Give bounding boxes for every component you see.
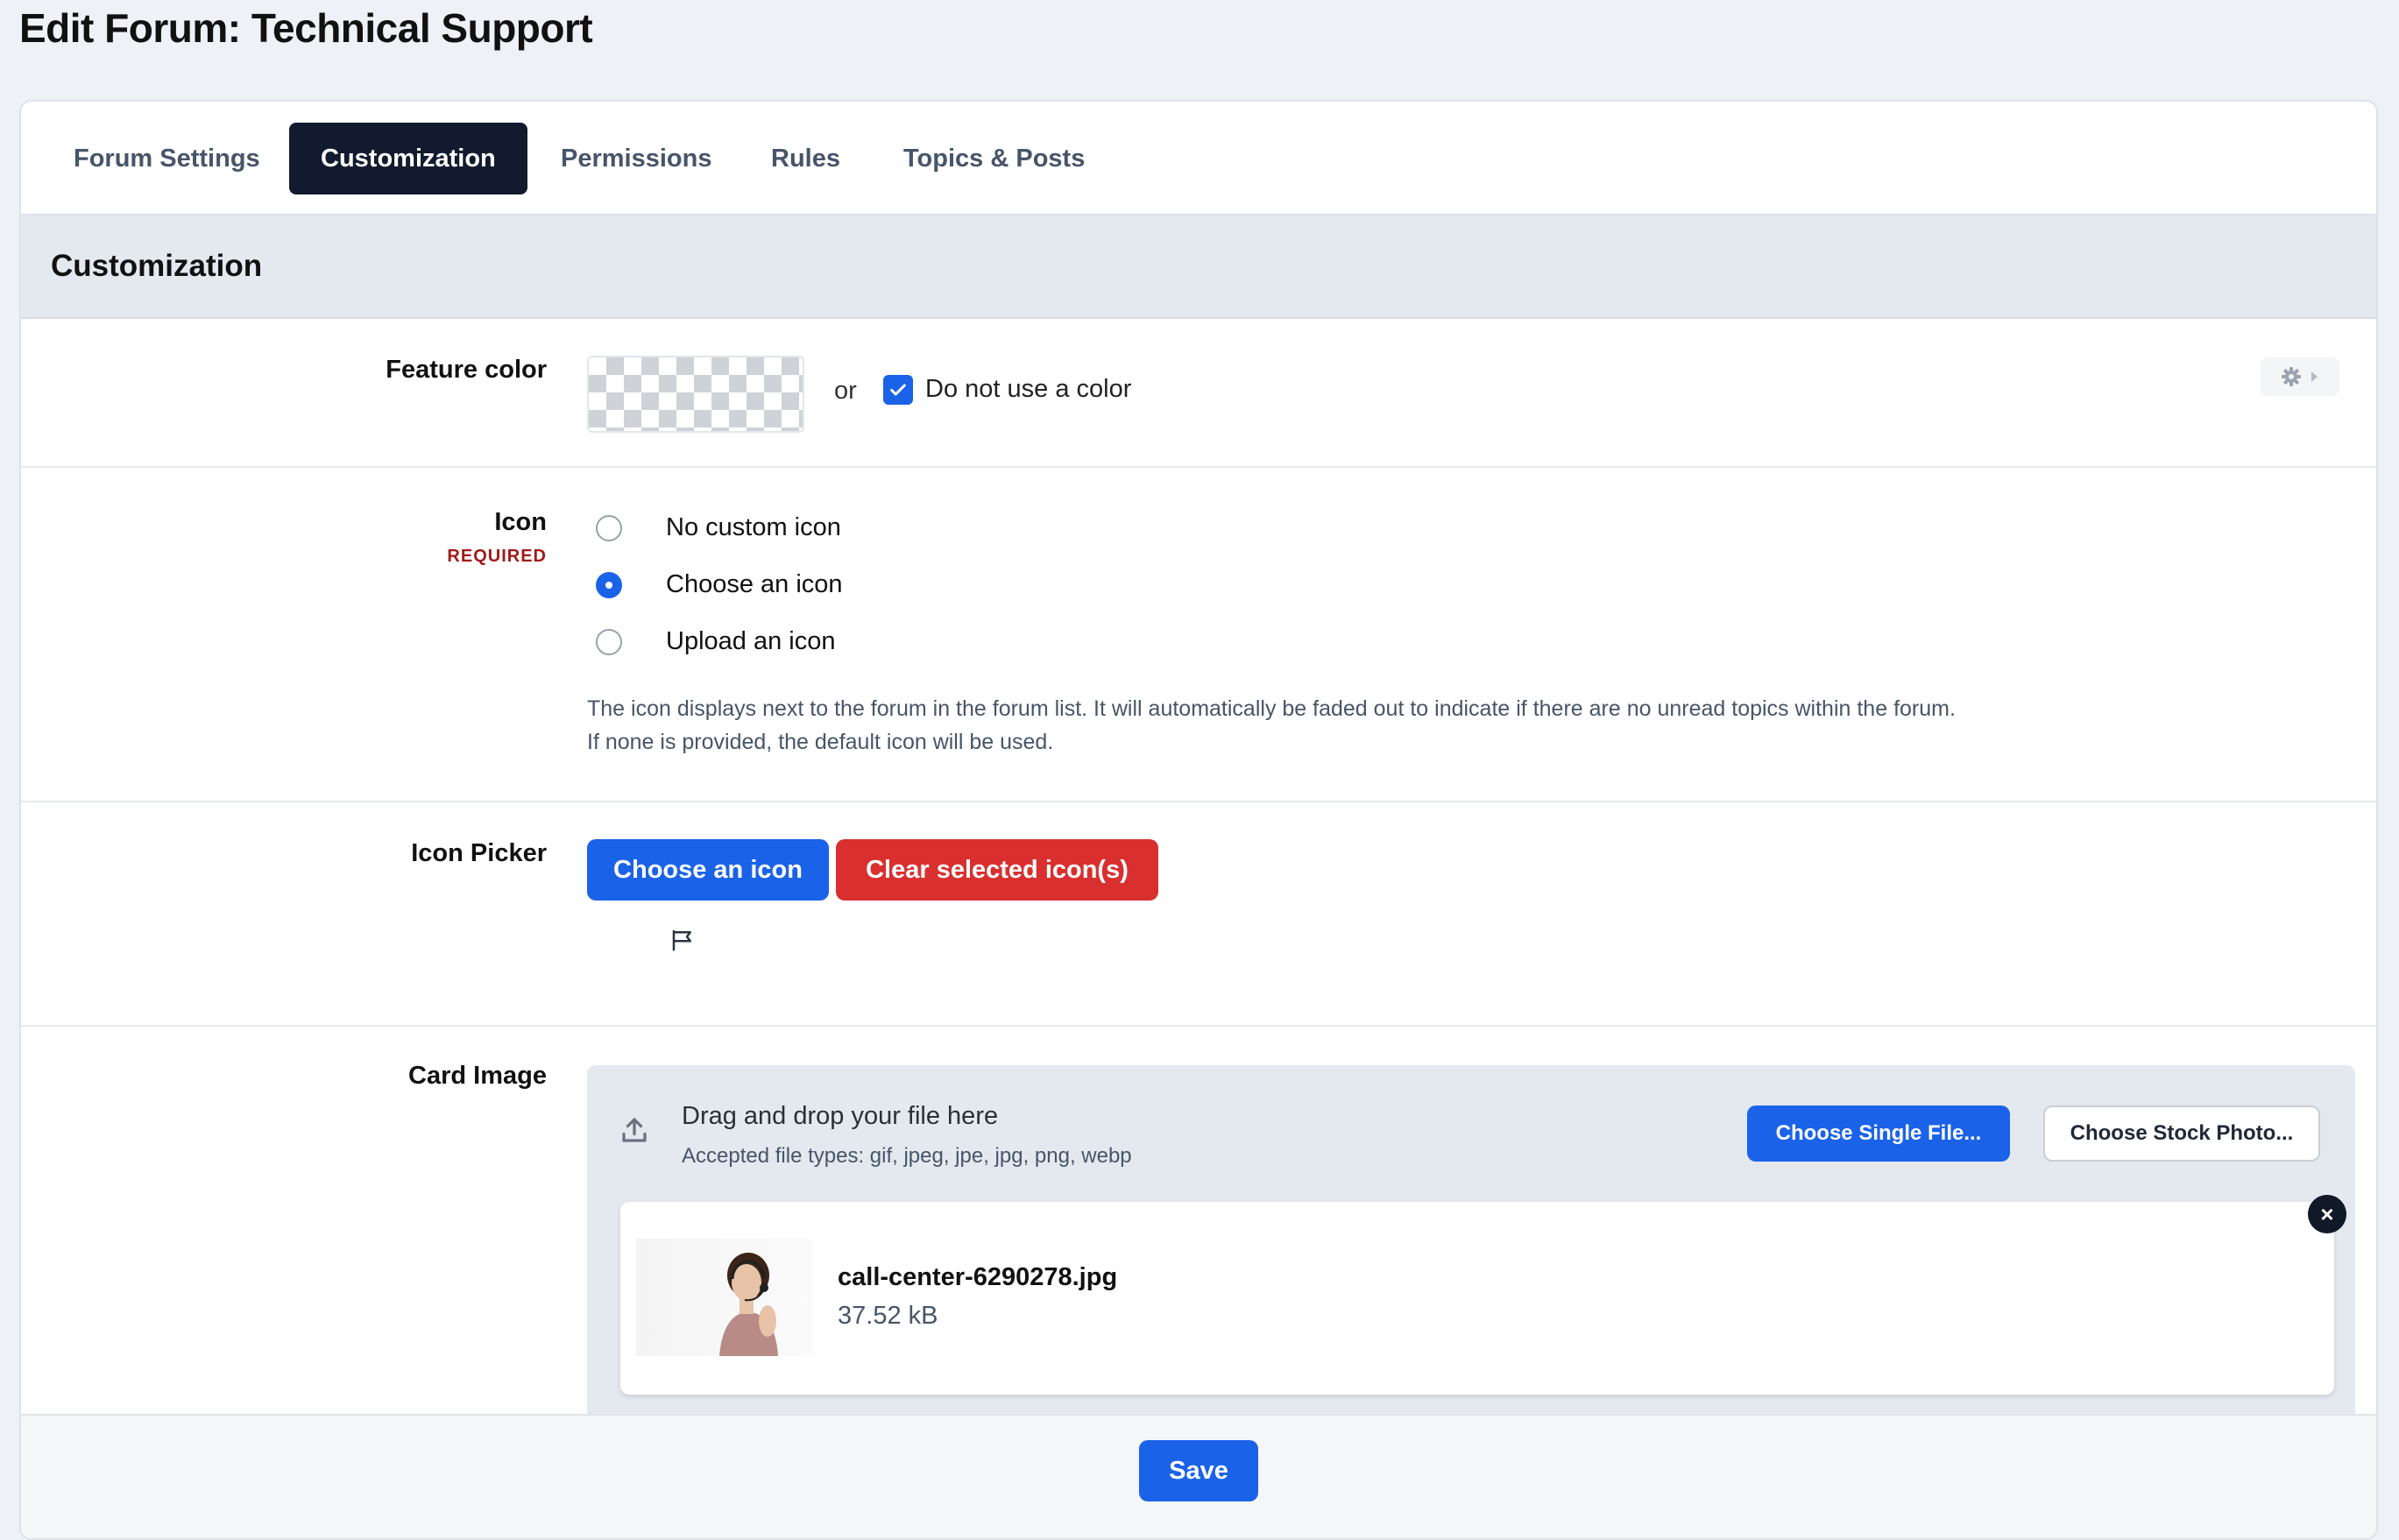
radio-button[interactable] [596, 629, 622, 655]
icon-picker-row: Icon Picker Choose an icon Clear selecte… [21, 802, 2376, 1027]
radio-label: No custom icon [666, 513, 841, 541]
close-icon: × [2320, 1200, 2334, 1227]
save-button[interactable]: Save [1139, 1440, 1258, 1501]
no-color-checkbox[interactable] [883, 375, 913, 405]
flag-icon [672, 929, 691, 951]
tab-forum-settings[interactable]: Forum Settings [42, 123, 292, 194]
icon-help-text: The icon displays next to the forum in t… [587, 696, 1956, 721]
color-swatch[interactable] [587, 356, 804, 433]
or-text: or [834, 377, 857, 405]
icon-row: Icon REQUIRED No custom icon Choose an i… [21, 468, 2376, 802]
clear-icons-button[interactable]: Clear selected icon(s) [836, 839, 1158, 901]
icon-help-text-2: If none is provided, the default icon wi… [587, 730, 1054, 754]
radio-label: Choose an icon [666, 570, 843, 598]
checkmark-icon [890, 384, 906, 396]
feature-color-row: Feature color or Do not use a color [21, 319, 2376, 468]
file-size: 37.52 kB [838, 1302, 938, 1330]
dropzone-title: Drag and drop your file here [682, 1102, 999, 1130]
tab-topics-posts[interactable]: Topics & Posts [872, 123, 1116, 194]
form-footer: Save [21, 1414, 2376, 1538]
tab-rules[interactable]: Rules [740, 123, 872, 194]
feature-color-label: Feature color [386, 356, 547, 384]
chevron-right-icon [2311, 371, 2318, 382]
radio-label: Upload an icon [666, 627, 836, 655]
forum-edit-card: Forum Settings Customization Permissions… [19, 100, 2378, 1540]
icon-label: Icon [494, 508, 547, 536]
page-title: Edit Forum: Technical Support [19, 5, 593, 51]
section-header: Customization [21, 215, 2376, 319]
file-name: call-center-6290278.jpg [838, 1263, 1118, 1291]
required-badge: REQUIRED [447, 547, 547, 566]
tab-customization[interactable]: Customization [289, 123, 527, 194]
tab-bar: Forum Settings Customization Permissions… [21, 102, 2376, 215]
radio-button-selected[interactable] [596, 572, 622, 598]
person-headset-image [719, 1253, 778, 1356]
section-title: Customization [51, 249, 263, 283]
file-thumbnail [636, 1239, 813, 1356]
choose-stock-photo-button[interactable]: Choose Stock Photo... [2043, 1106, 2320, 1162]
card-image-label: Card Image [408, 1062, 547, 1090]
icon-picker-label: Icon Picker [411, 839, 547, 867]
choose-single-file-button[interactable]: Choose Single File... [1747, 1106, 2010, 1162]
upload-icon [622, 1118, 647, 1142]
accepted-file-types: Accepted file types: gif, jpeg, jpe, jpg… [682, 1144, 1132, 1168]
gear-icon [2282, 367, 2301, 386]
remove-file-button[interactable]: × [2308, 1195, 2346, 1233]
uploaded-file-card: call-center-6290278.jpg 37.52 kB × [620, 1195, 2346, 1395]
choose-icon-button[interactable]: Choose an icon [587, 839, 829, 901]
no-color-label[interactable]: Do not use a color [925, 375, 1131, 404]
color-options-button[interactable] [2261, 357, 2339, 396]
radio-button[interactable] [596, 515, 622, 541]
tab-permissions[interactable]: Permissions [529, 123, 743, 194]
